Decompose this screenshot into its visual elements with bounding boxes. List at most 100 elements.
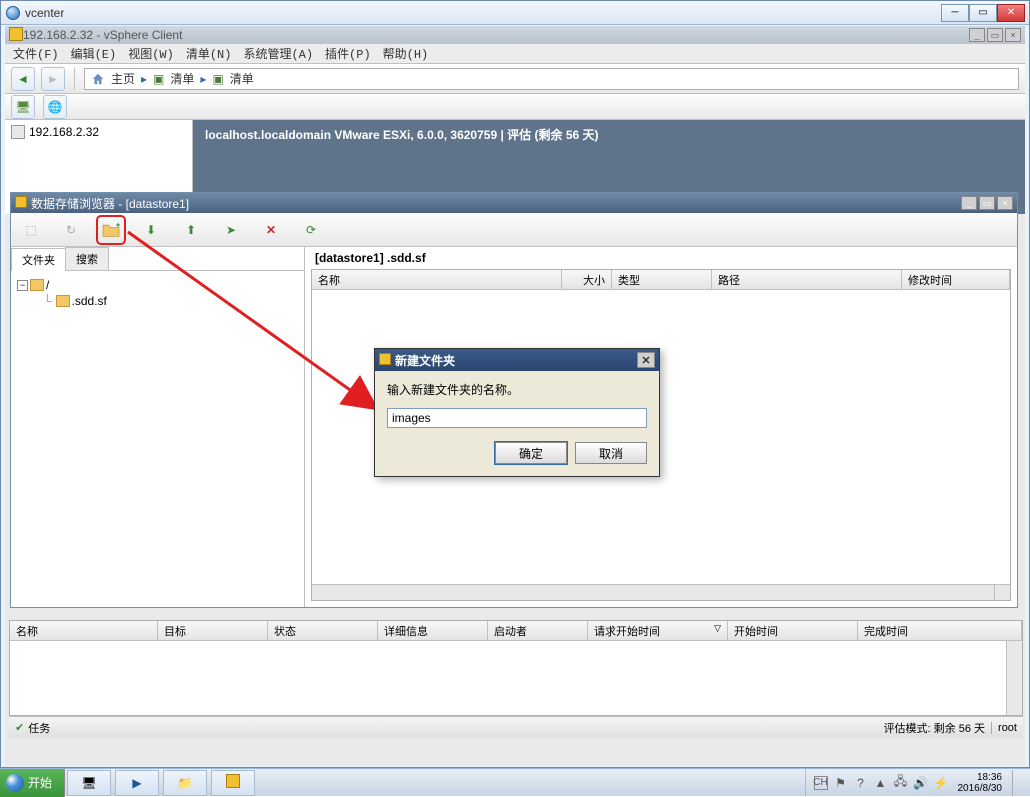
- new-vm-button[interactable]: 🖥: [11, 95, 35, 119]
- ds-delete-button[interactable]: ✕: [259, 218, 283, 242]
- tree-host-item[interactable]: 192.168.2.32: [11, 124, 186, 140]
- col-path[interactable]: 路径: [712, 270, 902, 289]
- bc-home[interactable]: 主页: [111, 70, 135, 87]
- tray-help-icon[interactable]: ?: [854, 776, 868, 790]
- menu-plugins[interactable]: 插件(P): [321, 45, 375, 62]
- vsphere-title: 192.168.2.32 - vSphere Client: [23, 28, 969, 42]
- menu-admin[interactable]: 系统管理(A): [239, 45, 317, 62]
- tree-root-row[interactable]: − /: [17, 277, 298, 293]
- mdi-minimize[interactable]: _: [969, 28, 985, 42]
- mdi-close[interactable]: ×: [1005, 28, 1021, 42]
- bc-inventory-2[interactable]: 清单: [230, 70, 254, 87]
- mdi-restore[interactable]: ▭: [987, 28, 1003, 42]
- cancel-button[interactable]: 取消: [575, 442, 647, 464]
- ds-up-button[interactable]: ⬚: [19, 218, 43, 242]
- ds-columns: 名称 大小 类型 路径 修改时间: [312, 270, 1010, 290]
- dialog-prompt: 输入新建文件夹的名称。: [387, 381, 647, 398]
- ds-minimize[interactable]: _: [961, 196, 977, 210]
- col-name[interactable]: 名称: [10, 621, 158, 640]
- dialog-title-text: 新建文件夹: [395, 352, 637, 369]
- tasks-header: 名称 目标 状态 详细信息 启动者 请求开始时间 ▽ 开始时间 完成时间: [10, 621, 1022, 641]
- dialog-close-button[interactable]: ✕: [637, 352, 655, 368]
- col-req-start[interactable]: 请求开始时间 ▽: [588, 621, 728, 640]
- ds-tab-folders[interactable]: 文件夹: [11, 248, 66, 271]
- ds-download-button[interactable]: ⬇: [139, 218, 163, 242]
- ds-upload-button[interactable]: ⬆: [179, 218, 203, 242]
- ok-button[interactable]: 确定: [495, 442, 567, 464]
- tasks-grid: 名称 目标 状态 详细信息 启动者 请求开始时间 ▽ 开始时间 完成时间: [9, 620, 1023, 716]
- ds-path-label: [datastore1] .sdd.sf: [305, 247, 1017, 269]
- taskbar-item-powershell[interactable]: ▶: [115, 770, 159, 796]
- tray-network-icon[interactable]: 🖧: [894, 776, 908, 790]
- ds-icon: [15, 196, 27, 211]
- taskbar-item-vsphere[interactable]: [211, 770, 255, 796]
- new-resource-button[interactable]: 🌐: [43, 95, 67, 119]
- dialog-body: 输入新建文件夹的名称。: [375, 371, 659, 434]
- col-size[interactable]: 大小: [562, 270, 612, 289]
- show-desktop-button[interactable]: [1012, 770, 1022, 796]
- bc-inventory[interactable]: 清单: [170, 70, 194, 87]
- ds-new-folder-button[interactable]: +: [99, 218, 123, 242]
- maximize-button[interactable]: ▭: [969, 4, 997, 22]
- dialog-titlebar[interactable]: 新建文件夹 ✕: [375, 349, 659, 371]
- taskbar-item-server[interactable]: 🖥: [67, 770, 111, 796]
- tree-child-row[interactable]: └ .sdd.sf: [17, 293, 298, 309]
- ds-maximize[interactable]: ▭: [979, 196, 995, 210]
- col-finish[interactable]: 完成时间: [858, 621, 1022, 640]
- menu-inventory[interactable]: 清单(N): [182, 45, 236, 62]
- col-name[interactable]: 名称: [312, 270, 562, 289]
- ime-indicator[interactable]: CH: [814, 776, 828, 790]
- ds-left-tabs: 文件夹 搜索: [11, 247, 304, 271]
- start-label: 开始: [28, 774, 52, 791]
- ds-tab-search[interactable]: 搜索: [65, 247, 109, 270]
- bc-sep-icon: ▸: [200, 72, 206, 86]
- folder-icon: [30, 279, 44, 291]
- start-orb-icon: [6, 774, 24, 792]
- clock[interactable]: 18:36 2016/8/30: [954, 772, 1007, 794]
- tray-power-icon[interactable]: ⚡: [934, 776, 948, 790]
- ds-titlebar[interactable]: 数据存储浏览器 - [datastore1] _ ▭ ×: [11, 193, 1017, 213]
- tasks-icon[interactable]: ✔: [15, 721, 24, 734]
- clock-time: 18:36: [958, 772, 1003, 783]
- col-start[interactable]: 开始时间: [728, 621, 858, 640]
- tree-child-label: .sdd.sf: [72, 294, 107, 308]
- ds-close[interactable]: ×: [997, 196, 1013, 210]
- close-button[interactable]: ✕: [997, 4, 1025, 22]
- menu-view[interactable]: 视图(W): [124, 45, 178, 62]
- tray-sound-icon[interactable]: 🔊: [914, 776, 928, 790]
- back-button[interactable]: ◄: [11, 67, 35, 91]
- menu-help[interactable]: 帮助(H): [379, 45, 433, 62]
- breadcrumb: 主页 ▸ ▣ 清单 ▸ ▣ 清单: [84, 68, 1019, 90]
- tasks-scrollbar[interactable]: [1006, 641, 1022, 715]
- ds-scrollbar-h[interactable]: [312, 584, 994, 600]
- col-status[interactable]: 状态: [268, 621, 378, 640]
- ds-refresh-button-2[interactable]: ⟳: [299, 218, 323, 242]
- host-title: localhost.localdomain VMware ESXi, 6.0.0…: [205, 126, 1013, 143]
- outer-titlebar[interactable]: vcenter ─ ▭ ✕: [1, 1, 1029, 25]
- ds-move-button[interactable]: ➤: [219, 218, 243, 242]
- taskbar-item-explorer[interactable]: 📁: [163, 770, 207, 796]
- home-icon[interactable]: [91, 72, 105, 86]
- col-details[interactable]: 详细信息: [378, 621, 488, 640]
- menu-file[interactable]: 文件(F): [9, 45, 63, 62]
- inventory-icon: ▣: [153, 72, 164, 86]
- system-tray: CH ⚑ ? ▲ 🖧 🔊 ⚡ 18:36 2016/8/30: [805, 769, 1030, 796]
- forward-button[interactable]: ►: [41, 67, 65, 91]
- start-button[interactable]: 开始: [0, 769, 65, 797]
- tree-collapse-icon[interactable]: −: [17, 280, 28, 291]
- col-initiator[interactable]: 启动者: [488, 621, 588, 640]
- ds-refresh-button[interactable]: ↻: [59, 218, 83, 242]
- col-target[interactable]: 目标: [158, 621, 268, 640]
- col-type[interactable]: 类型: [612, 270, 712, 289]
- toolbar-nav: ◄ ► 主页 ▸ ▣ 清单 ▸ ▣ 清单: [5, 64, 1025, 94]
- vsphere-titlebar[interactable]: 192.168.2.32 - vSphere Client _ ▭ ×: [5, 26, 1025, 44]
- minimize-button[interactable]: ─: [941, 4, 969, 22]
- tray-up-icon[interactable]: ▲: [874, 776, 888, 790]
- col-mtime[interactable]: 修改时间: [902, 270, 1010, 289]
- ds-scroll-corner: [994, 584, 1010, 600]
- tray-flag-icon[interactable]: ⚑: [834, 776, 848, 790]
- menu-edit[interactable]: 编辑(E): [67, 45, 121, 62]
- vcenter-icon: [5, 5, 21, 21]
- status-tasks-label[interactable]: 任务: [28, 720, 50, 736]
- folder-name-input[interactable]: [387, 408, 647, 428]
